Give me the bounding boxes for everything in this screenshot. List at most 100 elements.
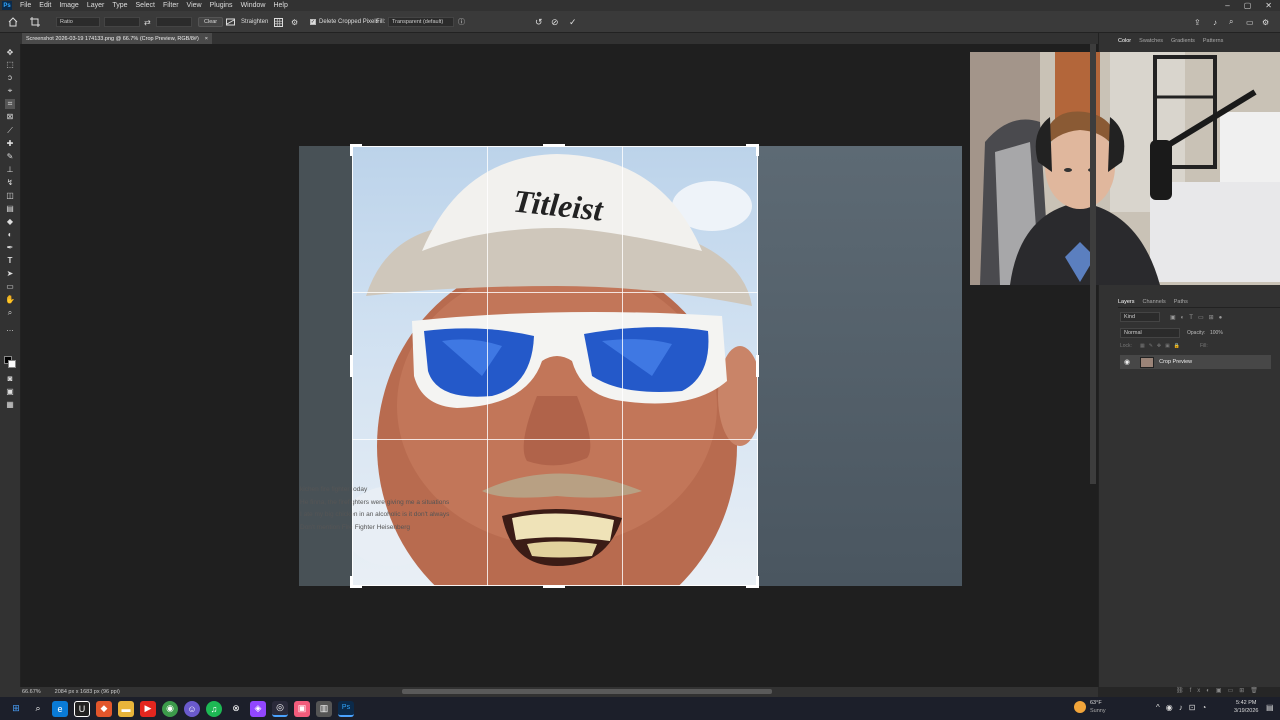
tab-patterns[interactable]: Patterns xyxy=(1203,38,1223,48)
gradient-tool-icon[interactable]: ▤ xyxy=(5,204,15,214)
marquee-tool-icon[interactable]: ⬚ xyxy=(5,60,15,70)
photoshop-taskbar-icon[interactable]: Ps xyxy=(338,700,354,717)
layer-actions-icons[interactable]: ⛓fx◐▣▭⊞🗑 xyxy=(1176,687,1276,697)
horizontal-scrollbar[interactable] xyxy=(402,689,772,694)
pen-tool-icon[interactable]: ✒ xyxy=(5,243,15,253)
crop-handle-bottom[interactable] xyxy=(543,585,565,588)
crop-handle-bottom-right[interactable] xyxy=(746,585,758,588)
history-brush-icon[interactable]: ↯ xyxy=(5,178,15,188)
clock-time[interactable]: 5:42 PM xyxy=(1236,700,1256,706)
tab-color[interactable]: Color xyxy=(1118,38,1131,48)
swap-icon[interactable]: ⇄ xyxy=(144,16,151,28)
weather-sun-icon[interactable] xyxy=(1074,701,1086,713)
straighten-icon[interactable] xyxy=(226,16,235,28)
eraser-tool-icon[interactable]: ◫ xyxy=(5,191,15,201)
file-explorer-icon[interactable]: ▬ xyxy=(118,700,134,717)
opacity-value[interactable]: 100% xyxy=(1210,330,1223,336)
layer-filter-icons[interactable]: ▣◐T▭⊞● xyxy=(1170,314,1227,321)
tab-paths[interactable]: Paths xyxy=(1174,299,1188,305)
more-tools-icon[interactable]: … xyxy=(5,324,15,334)
crop-handle-bottom-left[interactable] xyxy=(350,585,362,588)
tab-gradients[interactable]: Gradients xyxy=(1171,38,1195,48)
photos-icon[interactable]: ▣ xyxy=(294,700,310,717)
spotify-icon[interactable]: ♫ xyxy=(206,700,222,717)
youtube-icon[interactable]: ▶ xyxy=(140,700,156,717)
vertical-scrollbar[interactable] xyxy=(1090,44,1096,484)
screen-mode-icon[interactable]: ▣ xyxy=(5,387,15,397)
gear-icon[interactable]: ⚙ xyxy=(291,16,298,28)
ratio-width-input[interactable] xyxy=(104,17,140,27)
discord-icon[interactable]: ☺ xyxy=(184,700,200,717)
crop-tool-icon[interactable] xyxy=(30,16,40,28)
app-icon[interactable]: ◆ xyxy=(96,700,112,717)
workspace-icon[interactable]: ▭ xyxy=(1246,16,1254,28)
crop-handle-top[interactable] xyxy=(543,144,565,147)
edge-browser-icon[interactable]: e xyxy=(52,700,68,717)
bell-icon[interactable]: ♪ xyxy=(1213,16,1217,28)
stamp-tool-icon[interactable]: ⊥ xyxy=(5,165,15,175)
crop-handle-top-right[interactable] xyxy=(756,144,759,156)
menu-type[interactable]: Type xyxy=(108,2,131,9)
commit-check-icon[interactable]: ✓ xyxy=(569,16,577,28)
eyedropper-tool-icon[interactable]: ⟋ xyxy=(5,126,15,136)
menu-file[interactable]: File xyxy=(16,2,35,9)
overlay-grid-icon[interactable] xyxy=(274,16,283,28)
artboard-icon[interactable]: ▦ xyxy=(5,400,15,410)
close-button[interactable]: ✕ xyxy=(1265,1,1272,10)
search-icon[interactable]: ⌕ xyxy=(30,701,46,717)
minimize-button[interactable]: – xyxy=(1225,1,1229,10)
menu-view[interactable]: View xyxy=(183,2,206,9)
object-select-tool-icon[interactable]: ⌖ xyxy=(5,86,15,96)
visibility-eye-icon[interactable]: ◉ xyxy=(1124,358,1130,366)
clear-button[interactable]: Clear xyxy=(198,17,224,27)
crop-handle-top-left[interactable] xyxy=(350,144,353,156)
hand-tool-icon[interactable]: ✋ xyxy=(5,295,15,305)
path-select-icon[interactable]: ➤ xyxy=(5,269,15,279)
crop-bounding-box[interactable] xyxy=(352,146,758,586)
close-tab-icon[interactable]: × xyxy=(205,36,212,42)
reset-icon[interactable]: ↺ xyxy=(535,16,543,28)
unreal-icon[interactable]: U xyxy=(74,700,90,717)
frame-tool-icon[interactable]: ⊠ xyxy=(5,112,15,122)
app2-icon[interactable]: ◈ xyxy=(250,700,266,717)
type-tool-icon[interactable]: T xyxy=(5,256,15,266)
zoom-tool-icon[interactable]: ⌕ xyxy=(5,308,15,318)
delete-cropped-checkbox[interactable]: ✓ xyxy=(310,19,316,25)
maximize-button[interactable]: ▢ xyxy=(1244,1,1252,10)
blur-tool-icon[interactable]: ◆ xyxy=(5,217,15,227)
layer-filter-input[interactable]: Kind xyxy=(1120,312,1160,322)
blend-mode-select[interactable]: Normal xyxy=(1120,328,1180,338)
menu-layer[interactable]: Layer xyxy=(83,2,109,9)
quick-mask-icon[interactable]: ◙ xyxy=(5,374,15,384)
crop-handle-right[interactable] xyxy=(756,355,759,377)
menu-plugins[interactable]: Plugins xyxy=(206,2,237,9)
shape-tool-icon[interactable]: ▭ xyxy=(5,282,15,292)
fill-select[interactable]: Transparent (default) xyxy=(388,17,454,27)
healing-brush-icon[interactable]: ✚ xyxy=(5,139,15,149)
menu-help[interactable]: Help xyxy=(269,2,291,9)
menu-window[interactable]: Window xyxy=(237,2,270,9)
menu-select[interactable]: Select xyxy=(132,2,159,9)
menu-image[interactable]: Image xyxy=(55,2,82,9)
move-tool-icon[interactable]: ✥ xyxy=(5,48,15,58)
menu-edit[interactable]: Edit xyxy=(35,2,55,9)
menu-filter[interactable]: Filter xyxy=(159,2,183,9)
share-icon[interactable]: ⇪ xyxy=(1194,16,1201,28)
windows-start-icon[interactable]: ⊞ xyxy=(8,701,24,717)
tab-channels[interactable]: Channels xyxy=(1143,299,1166,305)
lock-icons[interactable]: ▦✎✥▣🔒 xyxy=(1140,343,1184,349)
layer-row[interactable]: ◉ Crop Preview xyxy=(1120,355,1271,369)
dodge-tool-icon[interactable]: ◐ xyxy=(5,230,15,240)
crop-tool-icon-active[interactable]: ⌗ xyxy=(5,99,15,109)
layer-name[interactable]: Crop Preview xyxy=(1159,359,1192,365)
home-icon[interactable] xyxy=(8,16,18,28)
search-icon[interactable]: ⌕ xyxy=(1229,16,1233,28)
tray-icons[interactable]: ^◉♪⊡◔ xyxy=(1156,703,1212,712)
cancel-icon[interactable]: ⊘ xyxy=(551,16,559,28)
ratio-select[interactable]: Ratio xyxy=(56,17,100,27)
app3-icon[interactable]: ▥ xyxy=(316,700,332,717)
crop-handle-left[interactable] xyxy=(350,355,353,377)
brush-tool-icon[interactable]: ✎ xyxy=(5,152,15,162)
ratio-height-input[interactable] xyxy=(156,17,192,27)
weather-temp[interactable]: 63°F xyxy=(1090,700,1102,706)
